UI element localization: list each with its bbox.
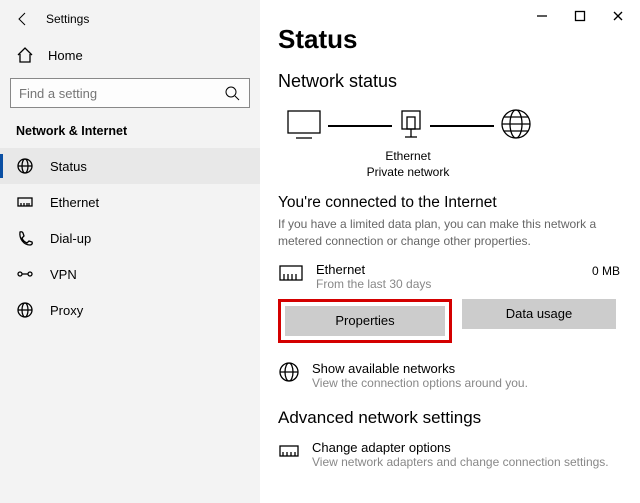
search-box[interactable] <box>10 78 250 108</box>
back-icon[interactable] <box>14 10 32 28</box>
sidebar-item-label: Dial-up <box>50 231 91 246</box>
network-diagram <box>278 106 620 145</box>
connected-title: You're connected to the Internet <box>278 194 620 212</box>
connection-name: Ethernet <box>316 262 580 277</box>
diagram-caption: Ethernet Private network <box>278 149 538 180</box>
search-icon <box>223 84 241 102</box>
sidebar-item-vpn[interactable]: VPN <box>0 256 260 292</box>
sidebar: Settings Home Network & Internet Status … <box>0 0 260 503</box>
sidebar-item-label: VPN <box>50 267 77 282</box>
sidebar-item-ethernet[interactable]: Ethernet <box>0 184 260 220</box>
sidebar-item-label: Proxy <box>50 303 83 318</box>
available-networks-sub: View the connection options around you. <box>312 376 528 390</box>
adapter-icon <box>278 440 300 465</box>
properties-button[interactable]: Properties <box>285 306 445 336</box>
sidebar-item-label: Ethernet <box>50 195 99 210</box>
pc-icon <box>284 107 324 144</box>
sidebar-home-label: Home <box>48 48 83 63</box>
connection-usage: 0 MB <box>592 262 620 278</box>
home-icon <box>16 46 34 64</box>
sidebar-item-status[interactable]: Status <box>0 148 260 184</box>
maximize-button[interactable] <box>562 6 598 26</box>
sidebar-item-dialup[interactable]: Dial-up <box>0 220 260 256</box>
adapter-sub: View network adapters and change connect… <box>312 455 609 469</box>
app-title: Settings <box>46 12 89 26</box>
globe-icon <box>16 157 34 175</box>
section-title: Network status <box>278 71 620 92</box>
connection-row: Ethernet From the last 30 days 0 MB <box>278 262 620 291</box>
properties-highlight: Properties <box>278 299 452 343</box>
available-networks-title: Show available networks <box>312 361 528 376</box>
available-networks-row[interactable]: Show available networks View the connect… <box>278 361 620 390</box>
globe-icon <box>278 361 300 386</box>
advanced-title: Advanced network settings <box>278 408 620 428</box>
vpn-icon <box>16 265 34 283</box>
adapter-title: Change adapter options <box>312 440 609 455</box>
ethernet-icon <box>16 193 34 211</box>
router-icon <box>396 107 426 144</box>
search-row <box>10 78 250 108</box>
minimize-button[interactable] <box>524 6 560 26</box>
page-title: Status <box>278 24 620 55</box>
sidebar-item-label: Status <box>50 159 87 174</box>
search-input[interactable] <box>19 86 223 101</box>
button-row: Properties Data usage <box>278 299 620 343</box>
titlebar: Settings <box>0 4 260 38</box>
phone-icon <box>16 229 34 247</box>
ethernet-icon <box>278 262 304 289</box>
close-button[interactable] <box>600 6 636 26</box>
sidebar-home[interactable]: Home <box>0 38 260 72</box>
connected-desc: If you have a limited data plan, you can… <box>278 216 608 250</box>
data-usage-button[interactable]: Data usage <box>462 299 616 329</box>
main-content: Status Network status Ethernet Private n… <box>260 0 640 503</box>
adapter-options-row[interactable]: Change adapter options View network adap… <box>278 440 620 469</box>
proxy-icon <box>16 301 34 319</box>
sidebar-item-proxy[interactable]: Proxy <box>0 292 260 328</box>
sidebar-group-title: Network & Internet <box>0 118 260 148</box>
window-controls <box>524 6 636 26</box>
connection-sub: From the last 30 days <box>316 277 580 291</box>
internet-icon <box>498 106 534 145</box>
